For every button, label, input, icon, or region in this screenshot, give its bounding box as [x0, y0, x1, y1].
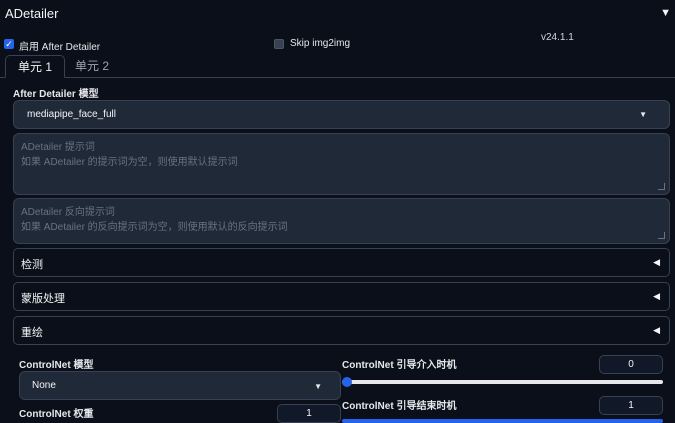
- tab-unit-1[interactable]: 单元 1: [5, 55, 66, 78]
- controlnet-weight-input[interactable]: 1: [277, 404, 341, 423]
- enable-adetailer-label[interactable]: 启用 After Detailer: [19, 38, 100, 53]
- accordion-label: 蒙版处理: [21, 293, 65, 305]
- accordion-mask-processing[interactable]: 蒙版处理 ◀: [13, 282, 670, 311]
- accordion-detection[interactable]: 检测 ◀: [13, 248, 670, 277]
- enable-adetailer-checkbox[interactable]: ✓: [4, 39, 14, 49]
- collapse-triangle-icon[interactable]: ▼: [660, 7, 671, 19]
- controlnet-model-dropdown[interactable]: None ▼: [19, 371, 341, 400]
- model-dropdown-value: mediapipe_face_full: [27, 109, 116, 120]
- guidance-end-slider[interactable]: [342, 419, 663, 423]
- tab-unit-2[interactable]: 单元 2: [63, 55, 121, 77]
- prompt-textarea[interactable]: ADetailer 提示词 如果 ADetailer 的提示词为空，则使用默认提…: [13, 133, 670, 195]
- accordion-inpaint[interactable]: 重绘 ◀: [13, 316, 670, 345]
- section-title[interactable]: ADetailer: [5, 6, 58, 21]
- controlnet-weight-label: ControlNet 权重: [19, 409, 94, 420]
- resize-handle-icon[interactable]: [658, 183, 665, 190]
- guidance-start-label: ControlNet 引导介入时机: [342, 360, 457, 371]
- resize-handle-icon[interactable]: [658, 232, 665, 239]
- guidance-end-label: ControlNet 引导结束时机: [342, 401, 457, 412]
- prompt-label: ADetailer 提示词: [21, 142, 95, 153]
- skip-img2img-checkbox[interactable]: [274, 39, 284, 49]
- chevron-down-icon: ▼: [639, 110, 647, 119]
- guidance-end-input[interactable]: 1: [599, 396, 663, 415]
- model-dropdown[interactable]: mediapipe_face_full ▼: [13, 100, 670, 129]
- version-label: v24.1.1: [541, 32, 574, 43]
- triangle-left-icon: ◀: [653, 325, 660, 335]
- triangle-left-icon: ◀: [653, 257, 660, 267]
- guidance-start-slider-thumb[interactable]: [342, 377, 352, 387]
- controlnet-model-value: None: [32, 380, 56, 391]
- accordion-label: 检测: [21, 259, 43, 271]
- negative-prompt-placeholder: 如果 ADetailer 的反向提示词为空，则使用默认的反向提示词: [21, 222, 288, 233]
- negative-prompt-textarea[interactable]: ADetailer 反向提示词 如果 ADetailer 的反向提示词为空，则使…: [13, 198, 670, 244]
- triangle-left-icon: ◀: [653, 291, 660, 301]
- chevron-down-icon: ▼: [314, 382, 322, 391]
- skip-img2img-label[interactable]: Skip img2img: [290, 38, 350, 49]
- prompt-placeholder: 如果 ADetailer 的提示词为空，则使用默认提示词: [21, 157, 238, 168]
- model-label: After Detailer 模型: [13, 89, 99, 100]
- guidance-start-input[interactable]: 0: [599, 355, 663, 374]
- accordion-label: 重绘: [21, 327, 43, 339]
- guidance-start-slider[interactable]: [342, 380, 663, 384]
- negative-prompt-label: ADetailer 反向提示词: [21, 207, 115, 218]
- controlnet-model-label: ControlNet 模型: [19, 360, 94, 371]
